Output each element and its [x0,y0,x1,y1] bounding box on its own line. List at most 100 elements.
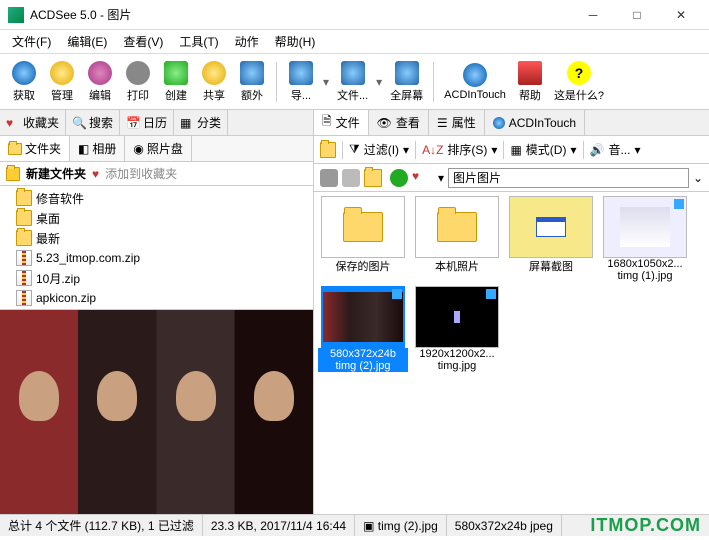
folder-tree[interactable]: 修音软件 桌面 最新 5.23_itmop.com.zip 10月.zip ap… [0,186,313,309]
image-badge-icon [486,289,496,299]
tool-whatsthis[interactable]: ?这是什么? [550,59,608,105]
rtab-props[interactable]: ☰属性 [429,110,485,135]
rtab-files[interactable]: 🗎文件 [314,110,369,135]
status-filename: ▣ timg (2).jpg [355,515,447,536]
nav-bar: ♥ ▾ 图片图片 ⌄ [314,164,709,192]
window-title: ACDSee 5.0 - 图片 [30,6,573,23]
grid-icon: ▦ [180,116,194,130]
tool-create[interactable]: 创建 [158,59,194,105]
title-bar: ACDSee 5.0 - 图片 ─ □ ✕ [0,0,709,30]
folder-icon [50,61,74,85]
tool-print[interactable]: 打印 [120,59,156,105]
tree-item[interactable]: 桌面 [0,208,313,228]
folder-open-icon[interactable] [320,142,336,158]
dropdown-icon[interactable]: ⌄ [693,171,703,185]
dropdown-icon[interactable]: ▾ [321,59,331,105]
heart-icon: ♥ [6,116,20,130]
sub-tabs: 文件夹 ◧相册 ◉照片盘 [0,136,313,162]
menu-action[interactable]: 动作 [229,31,265,52]
tree-item[interactable]: 10月.zip [0,268,313,288]
subtab-albums[interactable]: ◧相册 [70,136,125,161]
tool-fullscreen[interactable]: 全屏幕 [386,59,427,105]
tool-share[interactable]: 共享 [196,59,232,105]
thumb-folder[interactable]: 保存的图片 [318,196,408,282]
refresh-icon[interactable] [390,169,408,187]
tool-extra[interactable]: 额外 [234,59,270,105]
thumb-folder[interactable]: 屏幕截图 [506,196,596,282]
status-summary: 总计 4 个文件 (112.7 KB), 1 已过滤 [0,515,203,536]
thumb-image-selected[interactable]: 580x372x24btimg (2).jpg [318,286,408,372]
menu-help[interactable]: 帮助(H) [269,31,322,52]
menu-edit[interactable]: 编辑(E) [61,31,113,52]
fwd-icon[interactable] [342,169,360,187]
tree-item[interactable]: 最新 [0,228,313,248]
book-icon [518,61,542,85]
sort-btn[interactable]: 排序(S) [447,141,487,158]
heart-icon[interactable]: ♥ [412,169,430,187]
tool-file[interactable]: 文件... [333,59,372,105]
create-icon [164,61,188,85]
status-dimensions: 580x372x24b jpeg [447,515,562,536]
folder-icon [16,210,32,226]
globe-icon [463,63,487,87]
share-icon [202,61,226,85]
maximize-button[interactable]: □ [617,1,657,29]
thumb-folder[interactable]: 本机照片 [412,196,502,282]
rtab-view[interactable]: 👁查看 [369,110,429,135]
rtab-intouch[interactable]: ACDInTouch [485,110,585,135]
extra-icon [240,61,264,85]
tab-search[interactable]: 🔍搜索 [66,110,120,135]
audio-btn[interactable]: 音... [608,141,630,158]
history-icon[interactable]: ▾ [438,171,444,185]
back-icon[interactable] [320,169,338,187]
path-input[interactable]: 图片图片 [448,168,689,188]
up-icon[interactable] [364,169,382,187]
folder-icon [16,190,32,206]
pane-icon [289,61,313,85]
tool-nav[interactable]: 导... [283,59,319,105]
main-area: ♥收藏夹 🔍搜索 📅日历 ▦分类 文件夹 ◧相册 ◉照片盘 新建文件夹 ♥ 添加… [0,110,709,514]
eye-icon: 👁 [377,116,392,130]
question-icon: ? [567,61,591,85]
image-badge-icon [392,289,402,299]
zip-icon [16,290,32,306]
tool-intouch[interactable]: ACDInTouch [440,59,510,105]
window-controls: ─ □ ✕ [573,1,701,29]
minimize-button[interactable]: ─ [573,1,613,29]
subtab-folders[interactable]: 文件夹 [0,136,70,161]
tree-item[interactable]: 5.23_itmop.com.zip [0,248,313,268]
thumb-image[interactable]: 1920x1200x2...timg.jpg [412,286,502,372]
thumbnail-area[interactable]: 保存的图片 本机照片 屏幕截图 1680x1050x2...timg (1).j… [314,192,709,514]
brush-icon [88,61,112,85]
image-badge-icon [674,199,684,209]
new-folder-link[interactable]: 新建文件夹 [26,165,86,182]
folder-icon [16,230,32,246]
menu-view[interactable]: 查看(V) [117,31,169,52]
printer-icon [126,61,150,85]
menu-tools[interactable]: 工具(T) [173,31,224,52]
thumb-image[interactable]: 1680x1050x2...timg (1).jpg [600,196,690,282]
filter-btn[interactable]: 过滤(I) [364,141,399,158]
tab-favorites[interactable]: ♥收藏夹 [0,110,66,135]
subtab-photodisc[interactable]: ◉照片盘 [125,136,192,161]
tool-acquire[interactable]: 获取 [6,59,42,105]
dropdown-icon[interactable]: ▾ [374,59,384,105]
tab-category[interactable]: ▦分类 [174,110,228,135]
funnel-icon: ⧩ [349,142,360,157]
mode-btn[interactable]: 模式(D) [526,141,567,158]
tree-item[interactable]: apkicon.zip [0,288,313,308]
zip-icon [16,270,32,286]
menu-bar: 文件(F) 编辑(E) 查看(V) 工具(T) 动作 帮助(H) [0,30,709,54]
tool-edit[interactable]: 编辑 [82,59,118,105]
globe-icon [493,117,505,129]
tool-manage[interactable]: 管理 [44,59,80,105]
tree-item[interactable]: 修音软件 [0,188,313,208]
tool-help[interactable]: 帮助 [512,59,548,105]
add-favorite-link[interactable]: 添加到收藏夹 [105,165,177,182]
watermark: ITMOP.COM [590,515,701,536]
menu-file[interactable]: 文件(F) [6,31,57,52]
close-button[interactable]: ✕ [661,1,701,29]
fullscreen-icon [395,61,419,85]
tab-calendar[interactable]: 📅日历 [120,110,174,135]
sort-icon: A↓Z [422,143,443,157]
